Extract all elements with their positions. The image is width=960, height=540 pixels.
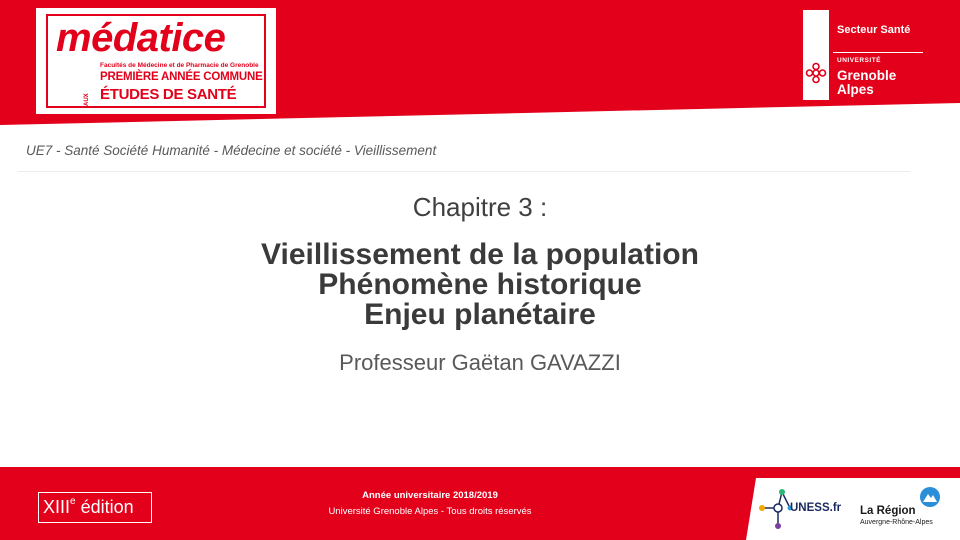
author-name: Professeur Gaëtan GAVAZZI	[339, 350, 621, 375]
uga-strip	[803, 10, 829, 100]
medatice-logo: médatice Facultés de Médecine et de Phar…	[36, 8, 276, 114]
medatice-faculties: Facultés de Médecine et de Pharmacie de …	[100, 62, 259, 69]
title-line-2: Phénomène historique	[318, 268, 642, 301]
edition-word: édition	[75, 497, 134, 517]
region-mountain-icon	[920, 487, 940, 507]
edition-badge: XIIIe édition	[38, 492, 152, 523]
sector-label: Secteur Santé	[837, 24, 911, 36]
breadcrumb: UE7 - Santé Société Humanité - Médecine …	[26, 143, 437, 158]
region-sublabel: Auvergne-Rhône-Alpes	[860, 519, 933, 526]
partner-logos: UNESS.fr La Région Auvergne-Rhône-Alpes	[746, 478, 960, 540]
uga-flower-icon	[805, 62, 827, 84]
uga-logo: Secteur Santé UNIVERSITÉ Grenoble Alpes	[803, 10, 923, 100]
title-line-1: Vieillissement de la population	[261, 238, 699, 271]
copyright-notice: Université Grenoble Alpes - Tous droits …	[328, 506, 532, 517]
medatice-line1: PREMIÈRE ANNÉE COMMUNE	[100, 71, 263, 83]
breadcrumb-divider	[18, 171, 910, 172]
edition-numeral: XIII	[43, 497, 71, 517]
region-label: La Région	[860, 505, 916, 517]
medatice-wordmark: médatice	[56, 16, 226, 60]
uga-divider	[833, 52, 923, 53]
university-name-1: Grenoble	[837, 68, 897, 83]
medatice-aux: AUX	[84, 93, 90, 106]
university-name-2: Alpes	[837, 82, 874, 97]
title-line-3: Enjeu planétaire	[364, 298, 596, 331]
university-label: UNIVERSITÉ	[837, 57, 882, 64]
uness-label: UNESS.fr	[790, 502, 842, 514]
academic-year: Année universitaire 2018/2019	[362, 490, 498, 501]
medatice-logo-frame: médatice Facultés de Médecine et de Phar…	[46, 14, 266, 108]
chapter-heading: Chapitre 3 :	[412, 192, 548, 222]
slide-title: Vieillissement de la population Phénomèn…	[0, 240, 960, 330]
medatice-line2: ÉTUDES DE SANTÉ	[100, 86, 237, 103]
